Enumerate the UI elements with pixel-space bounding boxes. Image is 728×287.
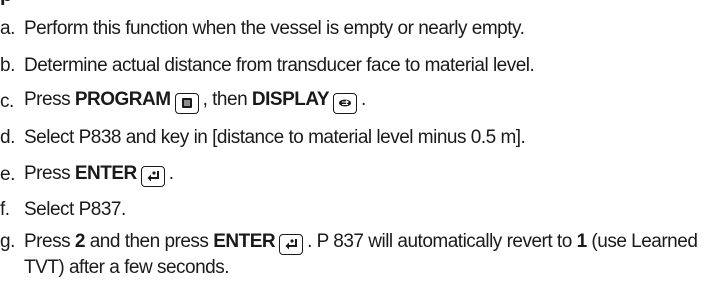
display-key-label: DISPLAY: [251, 89, 330, 111]
step-d: d. Select P838 and key in [distance to m…: [0, 119, 728, 157]
step-f: f. Select P837.: [0, 192, 728, 227]
step-text: Select P838 and key in [distance to mate…: [24, 127, 526, 148]
key-2-label: 2: [74, 231, 86, 252]
step-text: Press 2 and then press ENTER. P 837 will…: [24, 231, 698, 278]
step-letter: b.: [0, 54, 15, 76]
step-letter: d.: [0, 127, 15, 148]
step-text: Press PROGRAM, then DISPLAY.: [24, 89, 728, 114]
value-1-label: 1: [576, 231, 588, 252]
procedure-steps: a. Perform this function when the vessel…: [0, 10, 728, 287]
step-c: c. Press PROGRAM, then DISPLAY.: [0, 84, 728, 119]
step-letter: e.: [0, 163, 15, 185]
step-letter: g.: [0, 231, 15, 252]
step-text: Press ENTER.: [24, 163, 728, 187]
step-text: Select P837.: [24, 198, 126, 220]
cut-off-heading: p: [0, 0, 728, 6]
step-g: g. Press 2 and then press ENTER. P 837 w…: [0, 227, 728, 287]
step-text: Determine actual distance from transduce…: [24, 54, 535, 76]
step-letter: f.: [0, 198, 10, 220]
enter-key-label: ENTER: [74, 162, 137, 184]
step-b: b. Determine actual distance from transd…: [0, 47, 728, 84]
step-e: e. Press ENTER.: [0, 157, 728, 192]
step-text: Perform this function when the vessel is…: [24, 17, 525, 39]
step-a: a. Perform this function when the vessel…: [0, 10, 728, 47]
step-letter: c.: [0, 90, 14, 112]
enter-key-icon: [140, 165, 165, 187]
program-key-icon: [174, 92, 199, 114]
program-key-label: PROGRAM: [74, 89, 171, 111]
enter-key-icon: [279, 234, 304, 255]
display-key-icon: [333, 92, 358, 114]
enter-key-label: ENTER: [213, 231, 276, 252]
step-letter: a.: [0, 17, 15, 39]
